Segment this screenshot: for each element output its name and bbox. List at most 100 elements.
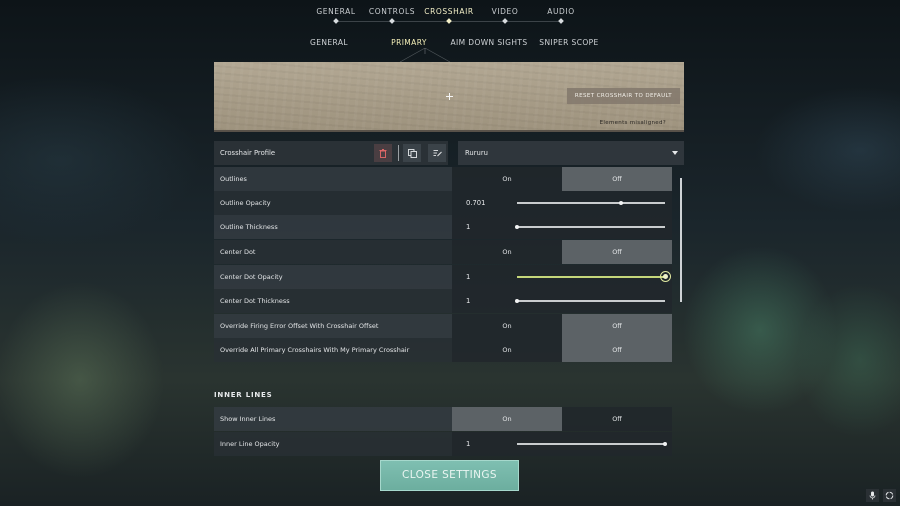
override-all-primary-off-option[interactable]: Off: [562, 338, 672, 362]
setting-row-override-all-primary: Override All Primary Crosshairs With My …: [214, 338, 672, 362]
tab-controls[interactable]: CONTROLS: [369, 7, 415, 16]
tab-audio[interactable]: AUDIO: [547, 7, 575, 16]
setting-label: Outline Opacity: [220, 199, 271, 207]
center-dot-thickness-slider[interactable]: [517, 300, 665, 302]
setting-label: Center Dot: [220, 248, 256, 256]
outline-opacity-slider[interactable]: [517, 202, 665, 204]
setting-label: Override All Primary Crosshairs With My …: [220, 346, 410, 354]
copy-icon: [407, 148, 417, 158]
rename-icon: [433, 150, 442, 157]
profile-label-box: Crosshair Profile: [214, 141, 448, 165]
settings-scrollbar[interactable]: [680, 178, 682, 302]
rename-profile-button[interactable]: [428, 144, 446, 162]
outline-thickness-value[interactable]: 1: [466, 223, 470, 231]
tab-crosshair[interactable]: CROSSHAIR: [424, 7, 473, 16]
outlines-off-option[interactable]: Off: [562, 167, 672, 191]
chevron-down-icon: [672, 151, 678, 155]
override-firing-error-on-option[interactable]: On: [452, 314, 562, 338]
outline-thickness-slider[interactable]: [517, 226, 665, 228]
setting-label-cell: Center Dot: [214, 240, 452, 264]
tab-marker: [333, 18, 339, 24]
settings-ring-icon: [885, 491, 894, 500]
setting-label: Outline Thickness: [220, 223, 278, 231]
close-settings-button[interactable]: CLOSE SETTINGS: [380, 460, 519, 491]
slider-thumb[interactable]: [515, 299, 519, 303]
inner-line-opacity-slider[interactable]: [517, 443, 665, 445]
show-inner-lines-off-option[interactable]: Off: [562, 407, 672, 431]
crosshair-preview: RESET CROSSHAIR TO DEFAULT Elements misa…: [214, 62, 684, 132]
profile-select[interactable]: Rururu: [458, 141, 684, 165]
tab-marker: [558, 18, 564, 24]
setting-control-cell: 1: [452, 289, 672, 313]
setting-label: Center Dot Opacity: [220, 273, 283, 281]
copy-profile-button[interactable]: [403, 144, 421, 162]
tab-marker: [389, 18, 395, 24]
center-dot-on-option[interactable]: On: [452, 240, 562, 264]
icon-separator: [398, 145, 399, 161]
trash-icon: [379, 148, 387, 158]
setting-control-cell: On Off: [452, 338, 672, 362]
setting-row-center-dot: Center Dot On Off: [214, 240, 672, 264]
active-subtab-indicator: [399, 48, 451, 62]
setting-control-cell: On Off: [452, 240, 672, 264]
microphone-icon: [869, 491, 876, 500]
center-dot-thickness-value[interactable]: 1: [466, 297, 470, 305]
subtab-general[interactable]: GENERAL: [310, 38, 348, 47]
tab-marker: [502, 18, 508, 24]
tab-general[interactable]: GENERAL: [316, 7, 355, 16]
override-firing-error-off-option[interactable]: Off: [562, 314, 672, 338]
outlines-on-option[interactable]: On: [452, 167, 562, 191]
setting-row-override-firing-error: Override Firing Error Offset With Crossh…: [214, 314, 672, 338]
setting-control-cell: On Off: [452, 407, 672, 431]
setting-row-center-dot-thickness: Center Dot Thickness 1: [214, 289, 672, 313]
slider-thumb[interactable]: [663, 442, 667, 446]
setting-label-cell: Outlines: [214, 167, 452, 191]
setting-row-outline-thickness: Outline Thickness 1: [214, 215, 672, 239]
setting-control-cell: 1: [452, 432, 672, 456]
section-title-inner-lines: INNER LINES: [214, 391, 273, 399]
slider-thumb[interactable]: [618, 201, 623, 205]
top-nav: GENERAL CONTROLS CROSSHAIR VIDEO AUDIO: [0, 0, 900, 30]
setting-label-cell: Show Inner Lines: [214, 407, 452, 431]
center-dot-opacity-slider[interactable]: [517, 276, 665, 278]
setting-label: Inner Line Opacity: [220, 440, 280, 448]
elements-misaligned-link[interactable]: Elements misaligned?: [600, 120, 666, 126]
slider-thumb[interactable]: [515, 225, 519, 229]
subtab-sniper-scope[interactable]: SNIPER SCOPE: [539, 38, 598, 47]
outline-opacity-value[interactable]: 0.701: [466, 199, 485, 207]
setting-control-cell: 1: [452, 215, 672, 239]
setting-label-cell: Inner Line Opacity: [214, 432, 452, 456]
setting-label: Outlines: [220, 175, 247, 183]
setting-label-cell: Override All Primary Crosshairs With My …: [214, 338, 452, 362]
profile-label: Crosshair Profile: [220, 149, 276, 157]
setting-control-cell: 1: [452, 265, 672, 289]
setting-row-outline-opacity: Outline Opacity 0.701: [214, 191, 672, 215]
reset-crosshair-button[interactable]: RESET CROSSHAIR TO DEFAULT: [566, 88, 680, 104]
center-dot-opacity-value[interactable]: 1: [466, 273, 470, 281]
tab-video[interactable]: VIDEO: [492, 7, 519, 16]
microphone-button[interactable]: [866, 489, 879, 502]
subtab-primary[interactable]: PRIMARY: [391, 38, 427, 47]
setting-control-cell: On Off: [452, 314, 672, 338]
setting-row-inner-line-opacity: Inner Line Opacity 1: [214, 432, 672, 456]
delete-profile-button[interactable]: [374, 144, 392, 162]
setting-label: Override Firing Error Offset With Crossh…: [220, 322, 379, 330]
setting-row-show-inner-lines: Show Inner Lines On Off: [214, 407, 672, 431]
subtab-aim-down-sights[interactable]: AIM DOWN SIGHTS: [450, 38, 527, 47]
setting-label-cell: Override Firing Error Offset With Crossh…: [214, 314, 452, 338]
setting-label-cell: Center Dot Thickness: [214, 289, 452, 313]
inner-line-opacity-value[interactable]: 1: [466, 440, 470, 448]
profile-select-value: Rururu: [465, 149, 488, 157]
setting-label: Center Dot Thickness: [220, 297, 290, 305]
override-all-primary-on-option[interactable]: On: [452, 338, 562, 362]
slider-thumb-active[interactable]: [659, 271, 671, 282]
setting-label-cell: Outline Opacity: [214, 191, 452, 215]
show-inner-lines-on-option[interactable]: On: [452, 407, 562, 431]
crosshair-preview-icon: [446, 93, 453, 100]
tab-marker-active: [446, 18, 452, 24]
setting-label-cell: Outline Thickness: [214, 215, 452, 239]
social-button[interactable]: [883, 489, 896, 502]
center-dot-off-option[interactable]: Off: [562, 240, 672, 264]
setting-control-cell: 0.701: [452, 191, 672, 215]
setting-row-outlines: Outlines On Off: [214, 167, 672, 191]
